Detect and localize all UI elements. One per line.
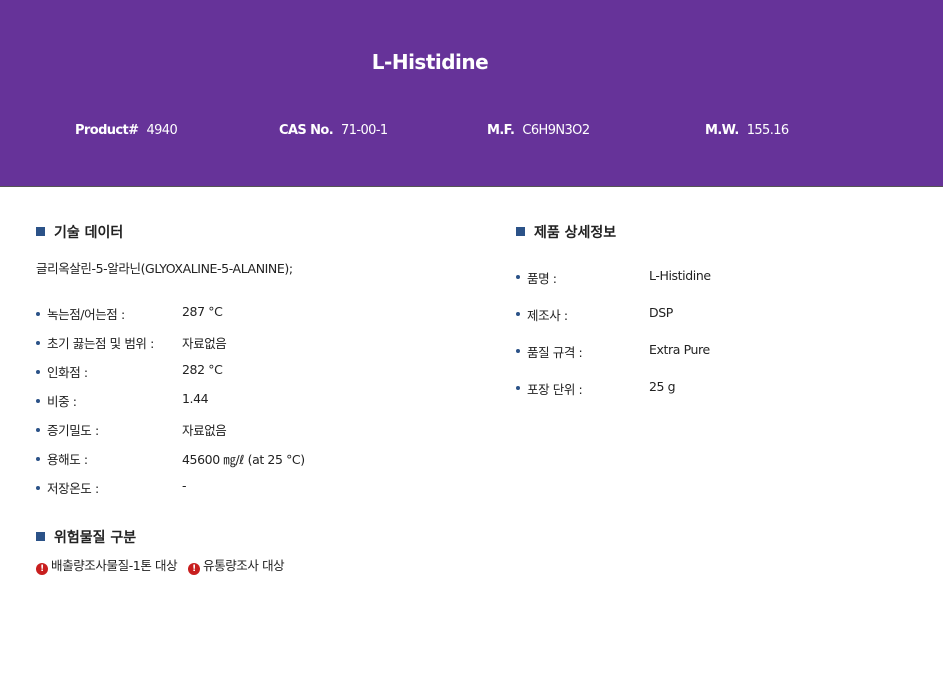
property-value: 287 °C [182, 304, 223, 319]
detail-value: Extra Pure [649, 342, 710, 357]
molecular-weight-value: 155.16 [746, 123, 789, 138]
detail-label: 제조사 : [527, 308, 568, 323]
bullet-icon [516, 312, 520, 316]
cas-number: CAS No. 71-00-1 [279, 123, 388, 138]
bullet-icon [36, 341, 40, 345]
hazard-badge-text: 유통량조사 대상 [203, 558, 285, 573]
property-label: 용해도 : [47, 452, 88, 467]
bullet-icon [516, 349, 520, 353]
product-number-value: 4940 [146, 123, 178, 138]
molecular-formula: M.F. C6H9N3O2 [487, 123, 590, 138]
property-value: 282 °C [182, 362, 223, 377]
property-value: - [182, 478, 187, 493]
property-value: 1.44 [182, 391, 209, 406]
product-details-heading-text: 제품 상세정보 [534, 225, 617, 241]
bullet-icon [516, 386, 520, 390]
hazard-badge-text: 배출량조사물질-1톤 대상 [51, 558, 178, 573]
detail-label: 품명 : [527, 271, 557, 286]
product-number: Product# 4940 [75, 123, 178, 138]
bullet-icon [36, 312, 40, 316]
detail-row: 품명 : L-Histidine [516, 268, 916, 286]
property-row: 인화점 : 282 °C [36, 362, 476, 380]
hazard-heading-text: 위험물질 구분 [54, 530, 137, 546]
bullet-icon [36, 457, 40, 461]
property-label: 인화점 : [47, 365, 88, 380]
detail-row: 제조사 : DSP [516, 305, 916, 323]
property-row: 증기밀도 : 자료없음 [36, 420, 476, 438]
bullet-icon [516, 275, 520, 279]
hazard-heading: 위험물질 구분 [36, 527, 136, 547]
property-row: 비중 : 1.44 [36, 391, 476, 409]
detail-value: DSP [649, 305, 673, 320]
detail-value: L-Histidine [649, 268, 711, 283]
molecular-formula-label: M.F. [487, 123, 515, 138]
property-value: 45600 ㎎/ℓ (at 25 °C) [182, 452, 305, 467]
synonym-text: 글리옥살린-5-알라닌(GLYOXALINE-5-ALANINE); [36, 261, 293, 276]
detail-row: 품질 규격 : Extra Pure [516, 342, 916, 360]
molecular-formula-value: C6H9N3O2 [522, 123, 590, 138]
property-label: 증기밀도 : [47, 423, 99, 438]
bullet-icon [36, 399, 40, 403]
product-header: L-Histidine Product# 4940 CAS No. 71-00-1 … [0, 0, 943, 187]
section-square-icon [516, 227, 525, 236]
detail-label: 품질 규격 : [527, 345, 583, 360]
product-number-label: Product# [75, 123, 139, 138]
detail-value: 25 g [649, 379, 676, 394]
detail-row: 포장 단위 : 25 g [516, 379, 916, 397]
product-details-heading: 제품 상세정보 [516, 222, 616, 242]
property-row: 초기 끓는점 및 범위 : 자료없음 [36, 333, 476, 351]
product-title: L-Histidine [371, 50, 489, 74]
property-value: 자료없음 [182, 336, 227, 351]
bullet-icon [36, 370, 40, 374]
bullet-icon [36, 428, 40, 432]
hazard-badge: ! 유통량조사 대상 [188, 555, 285, 575]
section-square-icon [36, 532, 45, 541]
hazard-badge: ! 배출량조사물질-1톤 대상 [36, 555, 178, 575]
tech-data-heading: 기술 데이터 [36, 222, 123, 242]
property-label: 비중 : [47, 394, 77, 409]
molecular-weight: M.W. 155.16 [705, 123, 789, 138]
property-label: 녹는점/어는점 : [47, 307, 125, 322]
property-value: 자료없음 [182, 423, 227, 438]
property-row: 녹는점/어는점 : 287 °C [36, 304, 476, 322]
detail-label: 포장 단위 : [527, 382, 583, 397]
bullet-icon [36, 486, 40, 490]
molecular-weight-label: M.W. [705, 123, 739, 138]
property-row: 용해도 : 45600 ㎎/ℓ (at 25 °C) [36, 449, 476, 467]
tech-data-heading-text: 기술 데이터 [54, 225, 124, 241]
section-square-icon [36, 227, 45, 236]
cas-number-value: 71-00-1 [341, 123, 388, 138]
exclamation-circle-icon: ! [188, 563, 200, 575]
exclamation-circle-icon: ! [36, 563, 48, 575]
cas-number-label: CAS No. [279, 123, 334, 138]
property-label: 초기 끓는점 및 범위 : [47, 336, 154, 351]
property-label: 저장온도 : [47, 481, 99, 496]
property-row: 저장온도 : - [36, 478, 476, 496]
